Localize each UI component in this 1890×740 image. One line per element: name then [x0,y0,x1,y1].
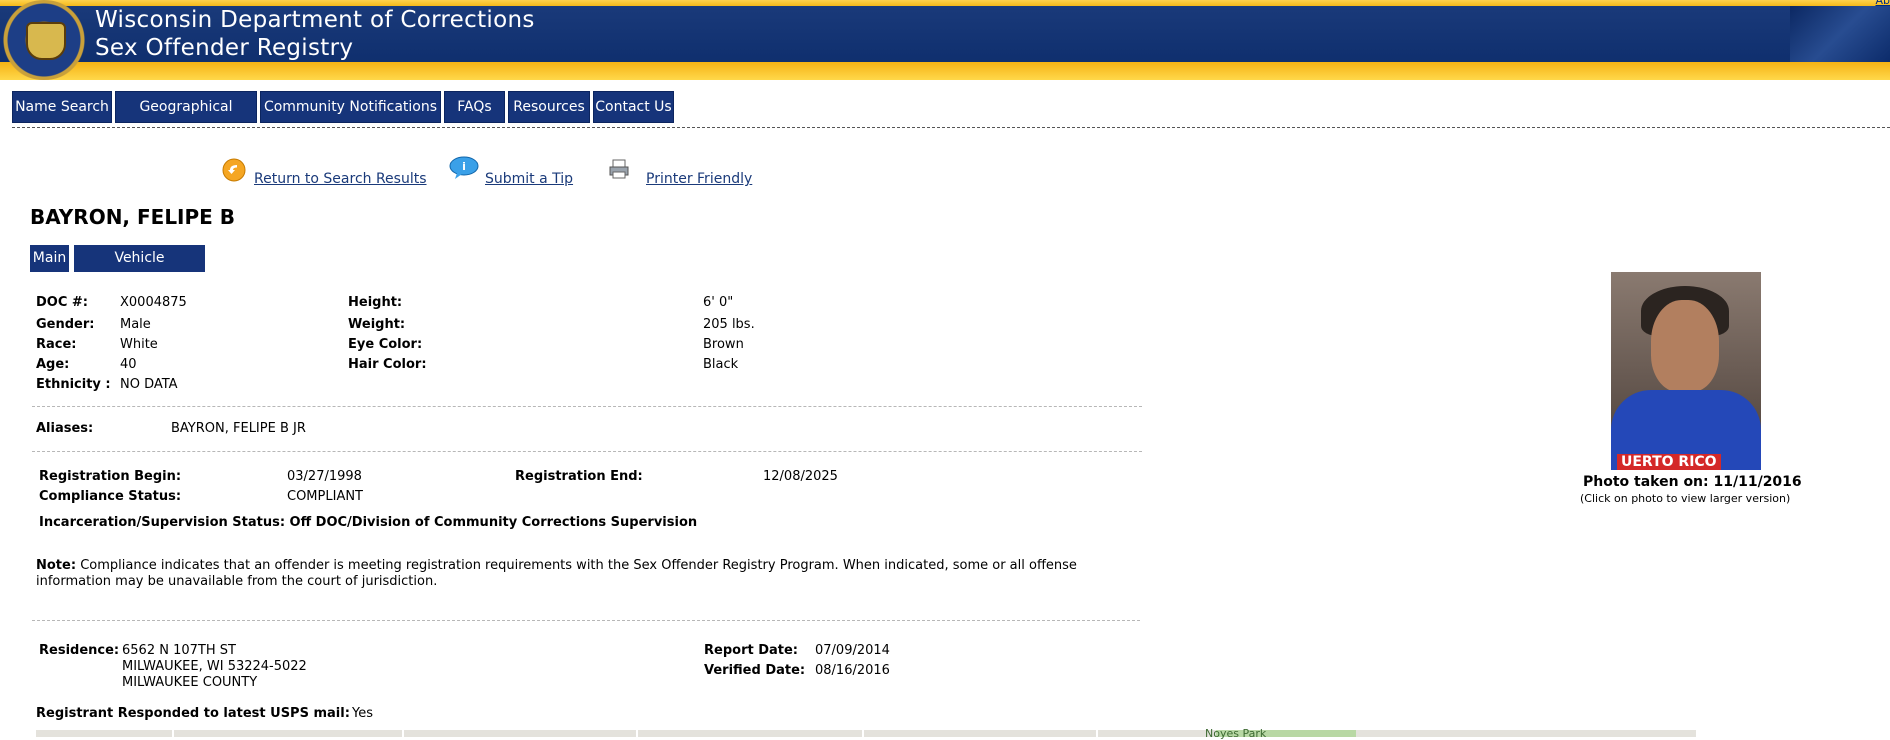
eye-color-label: Eye Color: [348,337,423,352]
printer-friendly-link[interactable]: Printer Friendly [646,171,752,187]
weight-value: 205 lbs. [703,317,755,332]
aliases-value: BAYRON, FELIPE B JR [171,421,306,436]
return-to-search-results-link[interactable]: Return to Search Results [254,171,427,187]
nav-divider [12,127,1890,128]
residence-map[interactable] [36,730,1696,737]
offender-photo[interactable]: UERTO RICO [1611,272,1761,470]
photo-date: Photo taken on: 11/11/2016 [1583,474,1802,490]
tab-vehicle-information[interactable]: Vehicle Information [74,245,205,293]
offender-name: BAYRON, FELIPE B [30,205,236,229]
section-divider [32,451,1142,452]
site-title-line1: Wisconsin Department of Corrections [95,7,535,33]
registration-end-value: 12/08/2025 [763,469,838,484]
doc-label: DOC #: [36,295,88,310]
weight-label: Weight: [348,317,406,332]
race-label: Race: [36,337,77,352]
hair-color-value: Black [703,357,739,372]
ethnicity-label: Ethnicity : [36,377,111,392]
height-label: Height: [348,295,403,310]
usps-value: Yes [352,706,373,721]
header-corner-image [1790,6,1890,62]
map-park-label: Noyes Park [1205,727,1267,740]
eye-color-value: Brown [703,337,744,352]
nav-resources[interactable]: Resources [508,91,590,123]
tab-main[interactable]: Main [30,245,69,272]
registration-begin-label: Registration Begin: [39,469,182,484]
report-date-value: 07/09/2014 [815,643,890,658]
section-divider [32,620,1140,621]
residence-line1: 6562 N 107TH ST [122,643,236,658]
compliance-note: Note: Compliance indicates that an offen… [36,558,1077,573]
residence-line2: MILWAUKEE, WI 53224-5022 [122,659,307,674]
note-label: Note: [36,558,77,573]
height-value: 6' 0" [703,295,734,310]
printer-icon[interactable] [608,158,630,180]
compliance-status-value: COMPLIANT [287,489,364,504]
svg-text:i: i [462,160,466,173]
nav-geographical-search[interactable]: Geographical Search [115,91,257,145]
nav-community-notifications[interactable]: Community Notifications [260,91,441,123]
residence-label: Residence: [39,643,120,658]
ethnicity-value: NO DATA [120,377,178,392]
nav-name-search[interactable]: Name Search [12,91,112,123]
header-corner-link[interactable]: Ab [1875,0,1890,7]
compliance-status-label: Compliance Status: [39,489,182,504]
registration-end-label: Registration End: [515,469,643,484]
photo-hint: (Click on photo to view larger version) [1580,492,1791,505]
nav-faqs[interactable]: FAQs [444,91,505,123]
info-bubble-icon[interactable]: i [449,156,479,180]
residence-line3: MILWAUKEE COUNTY [122,675,258,690]
section-divider [32,406,1142,407]
age-label: Age: [36,357,70,372]
site-header: Wisconsin Department of Corrections Sex … [0,0,1890,80]
verified-date-value: 08/16/2016 [815,663,890,678]
photo-shirt-text: UERTO RICO [1617,454,1721,470]
report-date-label: Report Date: [704,643,799,658]
gender-label: Gender: [36,317,95,332]
gender-value: Male [120,317,151,332]
nav-contact-us[interactable]: Contact Us [593,91,674,123]
note-line2: information may be unavailable from the … [36,574,438,589]
wisconsin-seal-logo [0,0,88,80]
note-line1: Compliance indicates that an offender is… [80,558,1077,573]
submit-a-tip-link[interactable]: Submit a Tip [485,171,573,187]
return-arrow-icon[interactable] [222,158,246,182]
registration-begin-value: 03/27/1998 [287,469,362,484]
race-value: White [120,337,158,352]
usps-label: Registrant Responded to latest USPS mail… [36,706,350,721]
hair-color-label: Hair Color: [348,357,427,372]
verified-date-label: Verified Date: [704,663,806,678]
incarceration-status: Incarceration/Supervision Status: Off DO… [39,515,698,530]
site-title-line2: Sex Offender Registry [95,35,354,61]
aliases-label: Aliases: [36,421,94,436]
age-value: 40 [120,357,137,372]
doc-value: X0004875 [120,295,187,310]
